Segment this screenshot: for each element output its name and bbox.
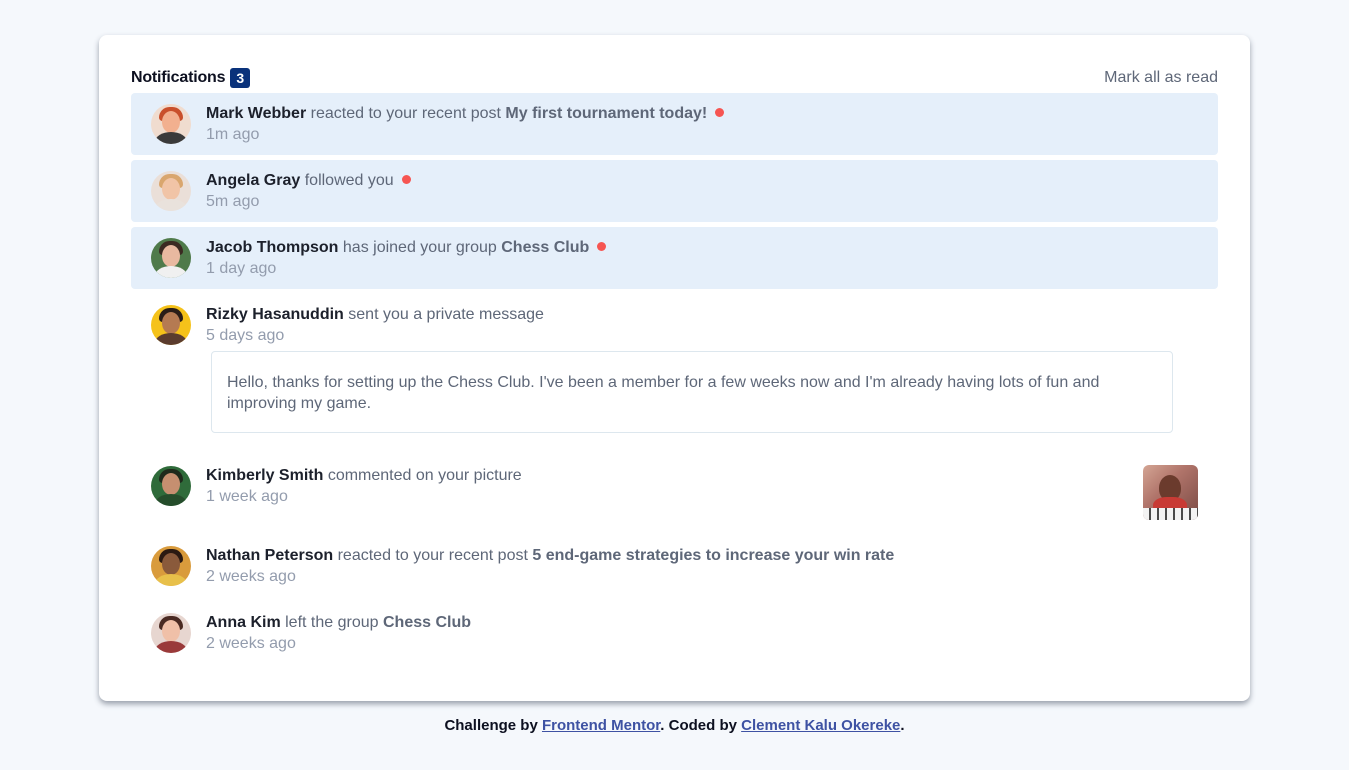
notification-action: followed you xyxy=(304,172,394,189)
notification-action: reacted to your recent post xyxy=(310,105,501,122)
avatar xyxy=(151,238,191,278)
notification-target[interactable]: Chess Club xyxy=(501,239,589,256)
notification-author[interactable]: Rizky Hasanuddin xyxy=(206,306,344,323)
notification-item[interactable]: Angela Gray followed you 5m ago xyxy=(131,160,1218,222)
notification-time: 5m ago xyxy=(206,193,260,210)
notifications-header: Notifications 3 Mark all as read xyxy=(131,67,1218,89)
attribution-footer: Challenge by Frontend Mentor. Coded by C… xyxy=(0,717,1349,734)
notification-author[interactable]: Anna Kim xyxy=(206,614,281,631)
unread-count-badge: 3 xyxy=(230,68,251,88)
notification-time: 1m ago xyxy=(206,126,260,143)
notification-action: commented on your picture xyxy=(327,467,522,484)
notification-item[interactable]: Mark Webber reacted to your recent post … xyxy=(131,93,1218,155)
author-link[interactable]: Clement Kalu Okereke xyxy=(741,717,900,734)
notification-time: 2 weeks ago xyxy=(206,635,296,652)
notification-author[interactable]: Mark Webber xyxy=(206,105,306,122)
notification-list: Mark Webber reacted to your recent post … xyxy=(131,93,1218,669)
notification-author[interactable]: Jacob Thompson xyxy=(206,239,338,256)
notification-action: left the group xyxy=(285,614,379,631)
footer-middle: . Coded by xyxy=(660,717,737,734)
commented-picture[interactable] xyxy=(1143,465,1198,520)
avatar xyxy=(151,466,191,506)
notification-target[interactable]: My first tournament today! xyxy=(505,105,707,122)
frontend-mentor-link[interactable]: Frontend Mentor xyxy=(542,717,660,734)
unread-dot-icon xyxy=(401,175,411,184)
notification-target[interactable]: Chess Club xyxy=(383,614,471,631)
avatar xyxy=(151,171,191,211)
unread-dot-icon xyxy=(597,242,607,251)
notification-time: 2 weeks ago xyxy=(206,568,296,585)
avatar xyxy=(151,104,191,144)
page-title: Notifications xyxy=(131,69,226,86)
title-wrap: Notifications 3 xyxy=(131,68,251,88)
notification-time: 5 days ago xyxy=(206,327,285,344)
notification-action: has joined your group xyxy=(342,239,497,256)
avatar xyxy=(151,546,191,586)
unread-dot-icon xyxy=(715,108,725,117)
notification-author[interactable]: Angela Gray xyxy=(206,172,300,189)
avatar xyxy=(151,305,191,345)
private-message[interactable]: Hello, thanks for setting up the Chess C… xyxy=(211,351,1173,433)
notification-author[interactable]: Nathan Peterson xyxy=(206,547,333,564)
notification-action: reacted to your recent post xyxy=(337,547,528,564)
notification-author[interactable]: Kimberly Smith xyxy=(206,467,323,484)
notification-target[interactable]: 5 end-game strategies to increase your w… xyxy=(532,547,894,564)
notification-item[interactable]: Anna Kim left the group Chess Club 2 wee… xyxy=(131,602,1218,664)
notification-item[interactable]: Rizky Hasanuddin sent you a private mess… xyxy=(131,294,1218,450)
notification-item[interactable]: Nathan Peterson reacted to your recent p… xyxy=(131,535,1218,597)
mark-all-read-button[interactable]: Mark all as read xyxy=(1104,69,1218,87)
footer-prefix: Challenge by xyxy=(444,717,538,734)
footer-suffix: . xyxy=(900,717,905,734)
notifications-card: Notifications 3 Mark all as read Mark We… xyxy=(99,35,1250,701)
notification-time: 1 day ago xyxy=(206,260,277,277)
notification-item[interactable]: Jacob Thompson has joined your group Che… xyxy=(131,227,1218,289)
notification-action: sent you a private message xyxy=(348,306,544,323)
notification-item[interactable]: Kimberly Smith commented on your picture… xyxy=(131,455,1218,530)
avatar xyxy=(151,613,191,653)
notification-time: 1 week ago xyxy=(206,488,288,505)
